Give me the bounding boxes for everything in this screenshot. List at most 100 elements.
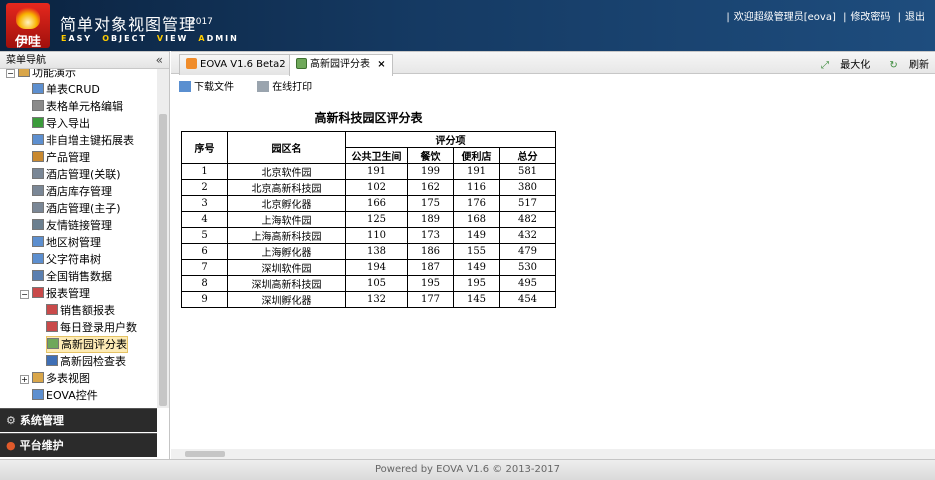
table-cell: 上海孵化器: [227, 243, 346, 260]
header-col: 总分: [499, 147, 556, 164]
report-toolbar: 下载文件 在线打印: [179, 78, 332, 93]
sidebar-item[interactable]: − 功能演示: [6, 69, 76, 81]
table-cell: 517: [499, 195, 556, 212]
sidebar-item-label: 产品管理: [46, 151, 90, 164]
sidebar-item[interactable]: 全国销售数据: [32, 268, 112, 285]
table-cell: 189: [407, 211, 454, 228]
table-row: 4 上海软件园 125 189 168 482: [181, 211, 556, 228]
sidebar-item[interactable]: 单表CRUD: [32, 81, 100, 98]
download-button[interactable]: 下载文件: [179, 81, 244, 93]
table-cell: 110: [345, 227, 408, 244]
accordion-label: 平台维护: [19, 439, 64, 452]
link-icon: [32, 219, 44, 230]
download-label: 下载文件: [194, 82, 234, 93]
sidebar-item[interactable]: 酒店管理(关联): [32, 166, 121, 183]
table-cell: 9: [181, 291, 228, 308]
logout-link[interactable]: 退出: [905, 12, 925, 23]
table-cell: 176: [453, 195, 500, 212]
report-icon: [47, 338, 59, 349]
table-row: 3 北京孵化器 166 175 176 517: [181, 195, 556, 212]
sidebar-item[interactable]: 导入导出: [32, 115, 90, 132]
header-no: 序号: [181, 131, 228, 164]
collapse-icon[interactable]: «: [156, 52, 163, 69]
accordion-system[interactable]: ⚙ 系统管理: [0, 408, 157, 432]
header-col: 便利店: [453, 147, 500, 164]
table-cell: 北京孵化器: [227, 195, 346, 212]
chart-icon: [46, 304, 58, 315]
table-cell: 深圳孵化器: [227, 291, 346, 308]
accordion-platform[interactable]: ● 平台维护: [0, 433, 157, 457]
table-row: 7 深圳软件园 194 187 149 530: [181, 259, 556, 276]
flame-icon: [16, 7, 40, 29]
sidebar-item-label: 报表管理: [46, 287, 90, 300]
sidebar-item[interactable]: 销售额报表: [46, 302, 115, 319]
app-subtitle: EASY OBJECT VIEW ADMIN: [61, 34, 249, 43]
sidebar-item[interactable]: 友情链接管理: [32, 217, 112, 234]
sidebar-item[interactable]: 父字符串树: [32, 251, 101, 268]
scrollbar-thumb[interactable]: [185, 451, 225, 457]
table-cell: 7: [181, 259, 228, 276]
table-cell: 194: [345, 259, 408, 276]
maximize-button[interactable]: ⤢ 最大化: [813, 60, 870, 71]
sidebar-title: 菜单导航: [6, 55, 46, 66]
table-cell: 482: [499, 211, 556, 228]
sidebar-item[interactable]: 每日登录用户数: [46, 319, 137, 336]
expand-icon[interactable]: +: [20, 375, 29, 384]
tab-label: EOVA V1.6 Beta2: [200, 59, 286, 70]
sidebar-scrollbar[interactable]: [157, 69, 169, 408]
horizontal-scrollbar[interactable]: [171, 449, 935, 459]
table-cell: 175: [407, 195, 454, 212]
table-icon: [32, 83, 44, 94]
table-cell: 454: [499, 291, 556, 308]
table-cell: 199: [407, 163, 454, 180]
sidebar-item-label: 表格单元格编辑: [46, 100, 123, 113]
sidebar-item-label: 全国销售数据: [46, 270, 112, 283]
report-icon: [296, 58, 307, 69]
building-icon: [32, 168, 44, 179]
sidebar-item[interactable]: 高新园评分表: [46, 336, 128, 353]
sidebar-item[interactable]: 酒店管理(主子): [32, 200, 121, 217]
tab-eova[interactable]: EOVA V1.6 Beta2: [179, 54, 293, 75]
tab-actions: ⤢ 最大化 ↻ 刷新: [805, 56, 929, 71]
table-cell: 530: [499, 259, 556, 276]
table-cell: 479: [499, 243, 556, 260]
subtitle-initial: O: [102, 34, 112, 43]
table-cell: 132: [345, 291, 408, 308]
table-cell: 上海软件园: [227, 211, 346, 228]
sidebar-item[interactable]: EOVA控件: [32, 387, 98, 404]
tab-bar: EOVA V1.6 Beta2 高新园评分表 × ⤢ 最大化 ↻ 刷新: [171, 51, 935, 76]
sidebar-item-label: 友情链接管理: [46, 219, 112, 232]
close-icon[interactable]: ×: [377, 59, 385, 70]
sidebar-item[interactable]: − 报表管理: [20, 285, 90, 302]
collapse-node-icon[interactable]: −: [20, 290, 29, 299]
table-cell: 177: [407, 291, 454, 308]
sidebar-item[interactable]: 地区树管理: [32, 234, 101, 251]
print-button[interactable]: 在线打印: [257, 81, 322, 93]
refresh-button[interactable]: ↻ 刷新: [881, 60, 929, 71]
tree-icon: [32, 253, 44, 264]
change-password-link[interactable]: 修改密码: [850, 12, 890, 23]
refresh-icon: ↻: [889, 60, 898, 71]
sidebar-item[interactable]: + 多表视图: [20, 370, 90, 387]
footer: Powered by EOVA V1.6 © 2013-2017: [0, 459, 935, 480]
sidebar-item[interactable]: 表格单元格编辑: [32, 98, 123, 115]
scrollbar-thumb[interactable]: [159, 114, 167, 406]
table-cell: 5: [181, 227, 228, 244]
collapse-node-icon[interactable]: −: [6, 69, 15, 78]
table-cell: 155: [453, 243, 500, 260]
sidebar-item[interactable]: 酒店库存管理: [32, 183, 112, 200]
subtitle-word: ADMIN: [198, 34, 238, 43]
import-export-icon: [32, 117, 44, 128]
sidebar-item[interactable]: 非自增主键拓展表: [32, 132, 134, 149]
sidebar-item-label: 单表CRUD: [46, 83, 100, 96]
sidebar-item[interactable]: 高新园检查表: [46, 353, 126, 370]
report-title: 高新科技园区评分表: [314, 111, 423, 125]
gear-icon: ⚙: [6, 414, 16, 427]
table-cell: 173: [407, 227, 454, 244]
table-row: 1 北京软件园 191 199 191 581: [181, 163, 556, 180]
sidebar-item[interactable]: 产品管理: [32, 149, 90, 166]
tab-score-report[interactable]: 高新园评分表 ×: [289, 54, 393, 76]
header-park: 园区名: [227, 131, 346, 164]
tree-icon: [32, 236, 44, 247]
maximize-label: 最大化: [840, 60, 871, 71]
